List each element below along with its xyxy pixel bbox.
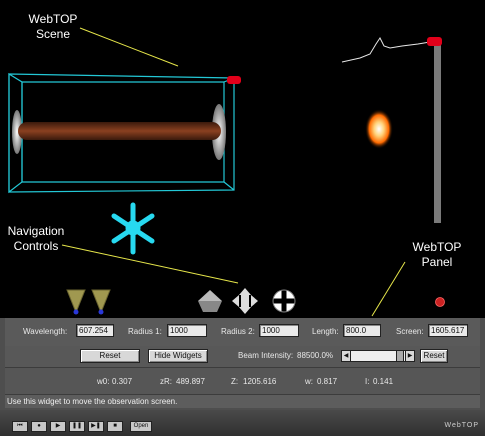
i-value: 0.141 — [373, 377, 394, 386]
slider-left-arrow[interactable]: ◀ — [341, 350, 351, 362]
screen-pole — [434, 45, 441, 223]
screen-label: Screen: — [396, 327, 424, 336]
reset-button[interactable]: Reset — [80, 349, 140, 363]
stop-icon[interactable]: ■ — [107, 421, 123, 432]
controls-row: Reset Hide Widgets Beam Intensity: 88500… — [5, 346, 480, 368]
i-label: I: — [365, 377, 370, 386]
z-label: Z: — [231, 377, 239, 386]
record-button-icon[interactable]: ● — [31, 421, 47, 432]
slider-thumb[interactable] — [396, 350, 404, 362]
pause-icon[interactable]: ❚❚ — [69, 421, 85, 432]
w0-value: 0.307 — [112, 377, 133, 386]
bottom-toolbar: ⏮ ● ▶ ❚❚ ▶❚ ■ Open WebTOP — [0, 410, 485, 436]
examine-icon[interactable] — [272, 289, 296, 313]
wavelength-input[interactable]: 607.254 — [76, 324, 114, 337]
record-indicator-icon[interactable] — [435, 297, 445, 307]
zr-label: zR: — [160, 377, 172, 386]
scene-canvas[interactable] — [0, 0, 485, 318]
callout-webtop-panel: WebTOP Panel — [412, 240, 462, 269]
open-button[interactable]: Open — [130, 421, 152, 432]
wavelength-label: Wavelength: — [23, 327, 68, 336]
callout-navigation-controls: Navigation Controls — [7, 224, 65, 253]
lamp-right-icon[interactable] — [91, 289, 111, 315]
screen-handle[interactable] — [427, 37, 442, 46]
beam-reset-button[interactable]: Reset — [420, 349, 448, 363]
beam-intensity-label: Beam Intensity: — [238, 351, 294, 360]
play-icon[interactable]: ▶ — [50, 421, 66, 432]
webtop-logo: WebTOP — [444, 422, 479, 429]
w0-label: w0: — [97, 377, 110, 386]
parameters-row: Wavelength: 607.254 Radius 1: 1000 Radiu… — [5, 318, 480, 347]
screen-input[interactable]: 1605.617 — [428, 324, 468, 337]
radius2-label: Radius 2: — [221, 327, 255, 336]
cavity-handle[interactable] — [227, 76, 241, 84]
length-input[interactable]: 800.0 — [343, 324, 381, 337]
zr-value: 489.897 — [176, 377, 205, 386]
slider-right-arrow[interactable]: ▶ — [405, 350, 415, 362]
beam-spot — [365, 109, 393, 149]
w-value: 0.817 — [317, 377, 338, 386]
laser-cavity[interactable] — [8, 72, 241, 194]
elevate-icon[interactable] — [198, 290, 222, 312]
webtop-panel: Wavelength: 607.254 Radius 1: 1000 Radiu… — [0, 318, 485, 436]
webtop-scene[interactable]: WebTOP Scene Navigation Controls WebTOP … — [0, 0, 485, 318]
rewind-icon[interactable]: ⏮ — [12, 421, 28, 432]
radius2-input[interactable]: 1000 — [259, 324, 299, 337]
callout-webtop-scene: WebTOP Scene — [28, 12, 78, 41]
readouts-row: w0: 0.307 zR: 489.897 Z: 1205.616 w: 0.8… — [5, 368, 480, 395]
z-value: 1205.616 — [243, 377, 277, 386]
w-label: w: — [305, 377, 313, 386]
navigation-icon[interactable] — [111, 202, 155, 255]
length-label: Length: — [312, 327, 339, 336]
hide-widgets-button[interactable]: Hide Widgets — [148, 349, 208, 363]
beam-intensity-value: 88500.0% — [297, 351, 334, 360]
gain-medium-rod — [18, 122, 221, 140]
beam-intensity-slider[interactable]: ◀ ▶ — [341, 350, 415, 362]
radius1-input[interactable]: 1000 — [167, 324, 207, 337]
radius1-label: Radius 1: — [128, 327, 162, 336]
step-icon[interactable]: ▶❚ — [88, 421, 104, 432]
status-bar: Use this widget to move the observation … — [5, 395, 480, 408]
lamp-left-icon[interactable] — [66, 289, 86, 315]
pan-icon[interactable] — [232, 288, 258, 314]
